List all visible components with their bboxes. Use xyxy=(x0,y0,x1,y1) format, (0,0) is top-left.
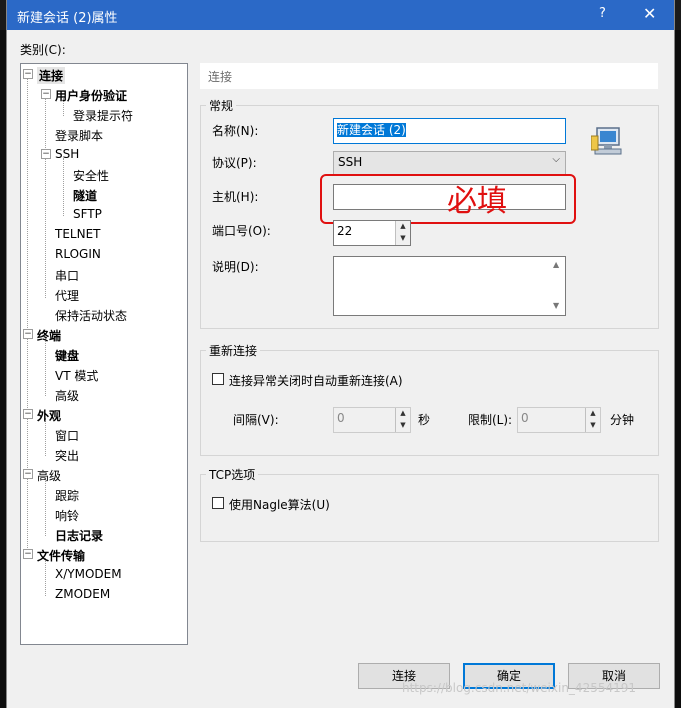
chevron-down-icon: ⌵ xyxy=(552,154,560,165)
collapse-icon[interactable]: − xyxy=(41,149,51,159)
interval-value: 0 xyxy=(337,411,345,425)
port-spin-buttons[interactable]: ▲ ▼ xyxy=(395,221,410,245)
scroll-down-icon[interactable]: ▼ xyxy=(553,301,559,310)
tree-line xyxy=(45,478,46,536)
tree-item-proxy[interactable]: 代理 xyxy=(55,287,79,304)
tree-line xyxy=(63,158,64,216)
tree-item-ssh[interactable]: SSH xyxy=(55,147,79,161)
tree-item-advanced[interactable]: 高级 xyxy=(37,467,61,484)
session-properties-dialog: 新建会话 (2)属性 ? ✕ 类别(C): − 连接 − 用户身份验证 登录提示… xyxy=(6,0,675,708)
limit-value: 0 xyxy=(521,411,529,425)
dialog-title: 新建会话 (2)属性 xyxy=(17,11,118,26)
collapse-icon[interactable]: − xyxy=(23,409,33,419)
tree-item-security[interactable]: 安全性 xyxy=(73,167,109,184)
tree-item-highlight[interactable]: 突出 xyxy=(55,447,79,464)
tree-item-tunnel[interactable]: 隧道 xyxy=(73,187,97,204)
tree-line xyxy=(45,98,46,298)
collapse-icon[interactable]: − xyxy=(23,469,33,479)
limit-spin-buttons[interactable]: ▲ ▼ xyxy=(585,408,600,432)
tree-item-auth[interactable]: 用户身份验证 xyxy=(55,87,127,104)
tree-item-file-transfer[interactable]: 文件传输 xyxy=(37,547,85,564)
collapse-icon[interactable]: − xyxy=(23,69,33,79)
protocol-value: SSH xyxy=(338,155,363,169)
close-button[interactable]: ✕ xyxy=(643,4,656,23)
tree-item-login-script[interactable]: 登录脚本 xyxy=(55,127,103,144)
spin-up-icon[interactable]: ▲ xyxy=(396,408,410,420)
reconnect-group-title: 重新连接 xyxy=(206,342,261,359)
category-label: 类别(C): xyxy=(20,43,66,57)
tree-item-bell[interactable]: 响铃 xyxy=(55,507,79,524)
tree-item-vt-mode[interactable]: VT 模式 xyxy=(55,367,98,384)
session-computer-icon xyxy=(591,127,622,155)
tree-item-trace[interactable]: 跟踪 xyxy=(55,487,79,504)
general-group-title: 常规 xyxy=(206,97,237,114)
tree-line xyxy=(45,338,46,396)
nagle-checkbox[interactable] xyxy=(212,497,224,509)
spin-up-icon[interactable]: ▲ xyxy=(586,408,600,420)
interval-unit: 秒 xyxy=(418,413,431,427)
interval-spin-buttons[interactable]: ▲ ▼ xyxy=(395,408,410,432)
tree-item-terminal-advanced[interactable]: 高级 xyxy=(55,387,79,404)
help-button[interactable]: ? xyxy=(599,6,606,21)
tree-item-terminal[interactable]: 终端 xyxy=(37,327,61,344)
tree-item-keepalive[interactable]: 保持活动状态 xyxy=(55,307,127,324)
tree-item-login-prompt[interactable]: 登录提示符 xyxy=(73,107,133,124)
tree-item-xymodem[interactable]: X/YMODEM xyxy=(55,567,122,581)
tree-item-zmodem[interactable]: ZMODEM xyxy=(55,587,110,601)
tree-line xyxy=(27,78,28,558)
port-label: 端口号(O): xyxy=(212,224,271,238)
tree-item-sftp[interactable]: SFTP xyxy=(73,207,102,221)
tree-item-keyboard[interactable]: 键盘 xyxy=(55,347,79,364)
auto-reconnect-label: 连接异常关闭时自动重新连接(A) xyxy=(229,374,403,388)
interval-label: 间隔(V): xyxy=(233,413,279,427)
tree-item-window[interactable]: 窗口 xyxy=(55,427,79,444)
tree-item-appearance[interactable]: 外观 xyxy=(37,407,61,424)
spin-down-icon[interactable]: ▼ xyxy=(396,420,410,432)
protocol-select[interactable]: SSH ⌵ xyxy=(333,151,566,175)
name-value: 新建会话 (2) xyxy=(337,123,406,137)
collapse-icon[interactable]: − xyxy=(23,329,33,339)
auto-reconnect-checkbox[interactable] xyxy=(212,373,224,385)
nagle-label: 使用Nagle算法(U) xyxy=(229,498,330,512)
tree-item-telnet[interactable]: TELNET xyxy=(55,227,101,241)
title-bar: 新建会话 (2)属性 ? ✕ xyxy=(7,0,674,30)
port-value: 22 xyxy=(337,224,353,238)
scroll-up-icon[interactable]: ▲ xyxy=(553,260,559,269)
reconnect-group xyxy=(200,350,659,456)
tree-item-rlogin[interactable]: RLOGIN xyxy=(55,247,101,261)
description-label: 说明(D): xyxy=(212,260,259,274)
name-label: 名称(N): xyxy=(212,124,259,138)
tree-item-connection[interactable]: 连接 xyxy=(37,67,66,84)
panel-header: 连接 xyxy=(200,63,658,89)
interval-spinner[interactable]: 0 ▲ ▼ xyxy=(333,407,411,433)
spin-down-icon[interactable]: ▼ xyxy=(396,233,410,245)
collapse-icon[interactable]: − xyxy=(23,549,33,559)
tree-item-logging[interactable]: 日志记录 xyxy=(55,527,103,544)
tree-item-serial[interactable]: 串口 xyxy=(55,267,79,284)
collapse-icon[interactable]: − xyxy=(41,89,51,99)
tcp-group-title: TCP选项 xyxy=(206,466,259,483)
spin-up-icon[interactable]: ▲ xyxy=(396,221,410,233)
limit-unit: 分钟 xyxy=(610,413,635,427)
watermark: https://blog.csdn.net/weixin_42554191 xyxy=(402,681,637,695)
required-annotation: 必填 xyxy=(447,184,507,219)
category-tree[interactable]: − 连接 − 用户身份验证 登录提示符 登录脚本 − SSH 安全性 隧道 SF… xyxy=(20,63,188,645)
name-field[interactable]: 新建会话 (2) xyxy=(333,118,566,144)
port-spinner[interactable]: 22 ▲ ▼ xyxy=(333,220,411,246)
spin-down-icon[interactable]: ▼ xyxy=(586,420,600,432)
description-field[interactable]: ▲ ▼ xyxy=(333,256,566,316)
limit-spinner[interactable]: 0 ▲ ▼ xyxy=(517,407,601,433)
protocol-label: 协议(P): xyxy=(212,156,257,170)
host-label: 主机(H): xyxy=(212,190,259,204)
description-scrollbar[interactable]: ▲ ▼ xyxy=(550,257,565,315)
limit-label: 限制(L): xyxy=(468,413,513,427)
